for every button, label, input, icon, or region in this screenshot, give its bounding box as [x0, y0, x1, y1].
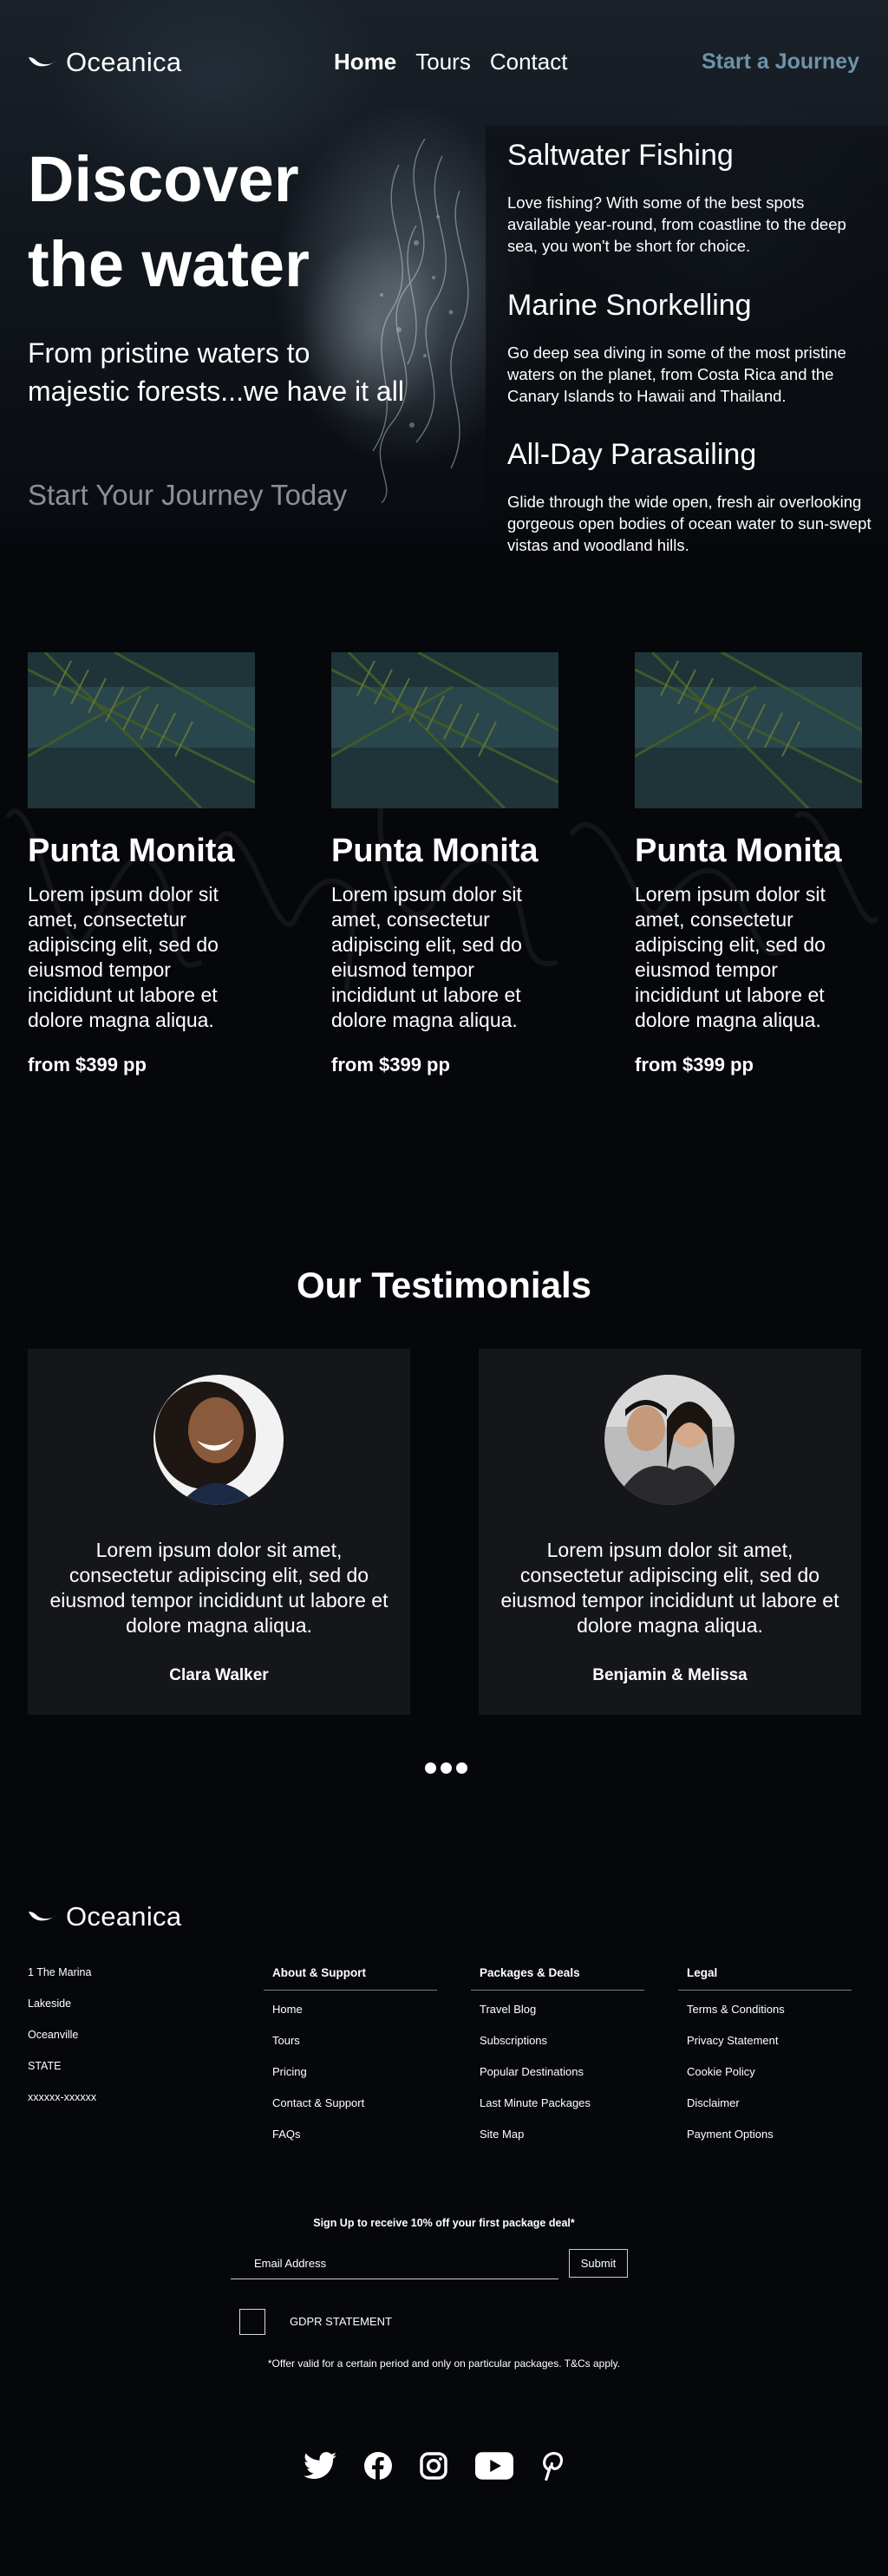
- destination-price: from $399 pp: [28, 1054, 147, 1076]
- footer-link[interactable]: Disclaimer: [687, 2096, 740, 2109]
- destination-description: Lorem ipsum dolor sit amet, consectetur …: [331, 883, 522, 1031]
- carousel-dot[interactable]: [441, 1762, 452, 1774]
- brand-name: Oceanica: [66, 47, 182, 77]
- carousel-dot[interactable]: [425, 1762, 436, 1774]
- carousel-dot[interactable]: [456, 1762, 467, 1774]
- destination-card[interactable]: Punta Monita Lorem ipsum dolor sit amet,…: [331, 652, 558, 1076]
- footer-column-about: About & Support Home Tours Pricing Conta…: [264, 1966, 437, 2159]
- hero-section: Oceanica Home Tours Contact Start a Jour…: [0, 0, 888, 568]
- destination-card[interactable]: Punta Monita Lorem ipsum dolor sit amet,…: [635, 652, 862, 1076]
- testimonial-card: Lorem ipsum dolor sit amet, consectetur …: [28, 1349, 410, 1715]
- footer-link[interactable]: Payment Options: [687, 2128, 774, 2141]
- footer-address: 1 The Marina Lakeside Oceanville STATE x…: [28, 1966, 96, 2122]
- address-line: Lakeside: [28, 1997, 72, 2010]
- footer-link[interactable]: Contact & Support: [272, 2096, 364, 2109]
- testimonial-card: Lorem ipsum dolor sit amet, consectetur …: [479, 1349, 861, 1715]
- footer-link[interactable]: FAQs: [272, 2128, 301, 2141]
- destination-title: Punta Monita: [331, 833, 539, 869]
- feature-title: Marine Snorkelling: [507, 289, 752, 322]
- testimonials-heading: Our Testimonials: [297, 1265, 591, 1305]
- footer-link[interactable]: Privacy Statement: [687, 2034, 779, 2047]
- feature-text: Glide through the wide open, fresh air o…: [507, 493, 872, 554]
- footer-column-heading: About & Support: [264, 1966, 437, 1991]
- footer-column-heading: Packages & Deals: [471, 1966, 644, 1991]
- offer-disclaimer: *Offer valid for a certain period and on…: [267, 2357, 621, 2370]
- hero-title: Discover the water: [28, 143, 310, 300]
- nav-tours[interactable]: Tours: [415, 49, 471, 75]
- footer-link[interactable]: Last Minute Packages: [480, 2096, 591, 2109]
- destination-price: from $399 pp: [635, 1054, 754, 1076]
- footer-link[interactable]: Tours: [272, 2034, 300, 2047]
- nav-home[interactable]: Home: [334, 49, 396, 75]
- carousel-pagination: [425, 1762, 467, 1774]
- testimonial-author: Benjamin & Melissa: [592, 1666, 748, 1684]
- email-field[interactable]: [231, 2248, 558, 2279]
- start-journey-button[interactable]: Start a Journey: [702, 49, 859, 75]
- address-line: Oceanville: [28, 2029, 79, 2041]
- destination-description: Lorem ipsum dolor sit amet, consectetur …: [28, 883, 219, 1031]
- brand-name: Oceanica: [66, 1901, 182, 1932]
- wave-logo-icon: [29, 1912, 56, 1921]
- facebook-icon[interactable]: [364, 2452, 392, 2480]
- top-navigation: Oceanica Home Tours Contact Start a Jour…: [0, 0, 888, 126]
- avatar: [153, 1375, 284, 1505]
- main-nav: Home Tours Contact: [334, 49, 567, 75]
- destination-title: Punta Monita: [635, 833, 842, 869]
- gdpr-checkbox[interactable]: [239, 2309, 265, 2335]
- social-links: [304, 2451, 564, 2481]
- feature-item: Saltwater Fishing Love fishing? With som…: [507, 139, 872, 257]
- address-line: STATE: [28, 2060, 62, 2072]
- footer-link[interactable]: Site Map: [480, 2128, 524, 2141]
- footer-link[interactable]: Subscriptions: [480, 2034, 547, 2047]
- feature-text: Love fishing? With some of the best spot…: [507, 193, 846, 255]
- brand-logo[interactable]: Oceanica: [28, 47, 181, 78]
- nav-contact[interactable]: Contact: [490, 49, 568, 75]
- twitter-icon[interactable]: [304, 2452, 336, 2480]
- palm-leaves-image: [28, 652, 255, 808]
- palm-leaves-image: [635, 652, 862, 808]
- testimonial-quote: Lorem ipsum dolor sit amet, consectetur …: [500, 1539, 839, 1637]
- footer-link[interactable]: Cookie Policy: [687, 2065, 755, 2078]
- instagram-icon[interactable]: [420, 2452, 447, 2480]
- testimonial-author: Clara Walker: [169, 1666, 269, 1684]
- feature-item: All-Day Parasailing Glide through the wi…: [507, 438, 872, 556]
- testimonial-quote: Lorem ipsum dolor sit amet, consectetur …: [49, 1539, 388, 1637]
- address-line: 1 The Marina: [28, 1966, 92, 1978]
- footer-column-legal: Legal Terms & Conditions Privacy Stateme…: [678, 1966, 852, 2159]
- footer-link[interactable]: Home: [272, 2003, 303, 2016]
- feature-title: All-Day Parasailing: [507, 438, 757, 471]
- gdpr-label: GDPR STATEMENT: [290, 2315, 392, 2328]
- start-journey-link[interactable]: Start Your Journey Today: [28, 479, 347, 512]
- hero-subtitle: From pristine waters to majestic forests…: [28, 337, 404, 407]
- footer-link[interactable]: Popular Destinations: [480, 2065, 584, 2078]
- wave-logo-icon: [29, 57, 56, 67]
- signup-title: Sign Up to receive 10% off your first pa…: [313, 2217, 575, 2229]
- address-line: xxxxxx-xxxxxx: [28, 2091, 97, 2103]
- youtube-icon[interactable]: [475, 2452, 513, 2480]
- footer-link[interactable]: Pricing: [272, 2065, 307, 2078]
- destination-price: from $399 pp: [331, 1054, 450, 1076]
- submit-button[interactable]: Submit: [569, 2249, 628, 2278]
- avatar: [604, 1375, 735, 1505]
- feature-title: Saltwater Fishing: [507, 139, 734, 172]
- palm-leaves-image: [331, 652, 558, 808]
- footer-link[interactable]: Terms & Conditions: [687, 2003, 785, 2016]
- destination-card[interactable]: Punta Monita Lorem ipsum dolor sit amet,…: [28, 652, 255, 1076]
- destination-description: Lorem ipsum dolor sit amet, consectetur …: [635, 883, 826, 1031]
- destination-title: Punta Monita: [28, 833, 235, 869]
- footer-column-packages: Packages & Deals Travel Blog Subscriptio…: [471, 1966, 644, 2159]
- footer-logo[interactable]: Oceanica: [28, 1901, 181, 1932]
- pinterest-icon[interactable]: [541, 2451, 564, 2481]
- footer-column-heading: Legal: [678, 1966, 852, 1991]
- feature-text: Go deep sea diving in some of the most p…: [507, 343, 846, 405]
- footer-link[interactable]: Travel Blog: [480, 2003, 536, 2016]
- feature-item: Marine Snorkelling Go deep sea diving in…: [507, 289, 872, 407]
